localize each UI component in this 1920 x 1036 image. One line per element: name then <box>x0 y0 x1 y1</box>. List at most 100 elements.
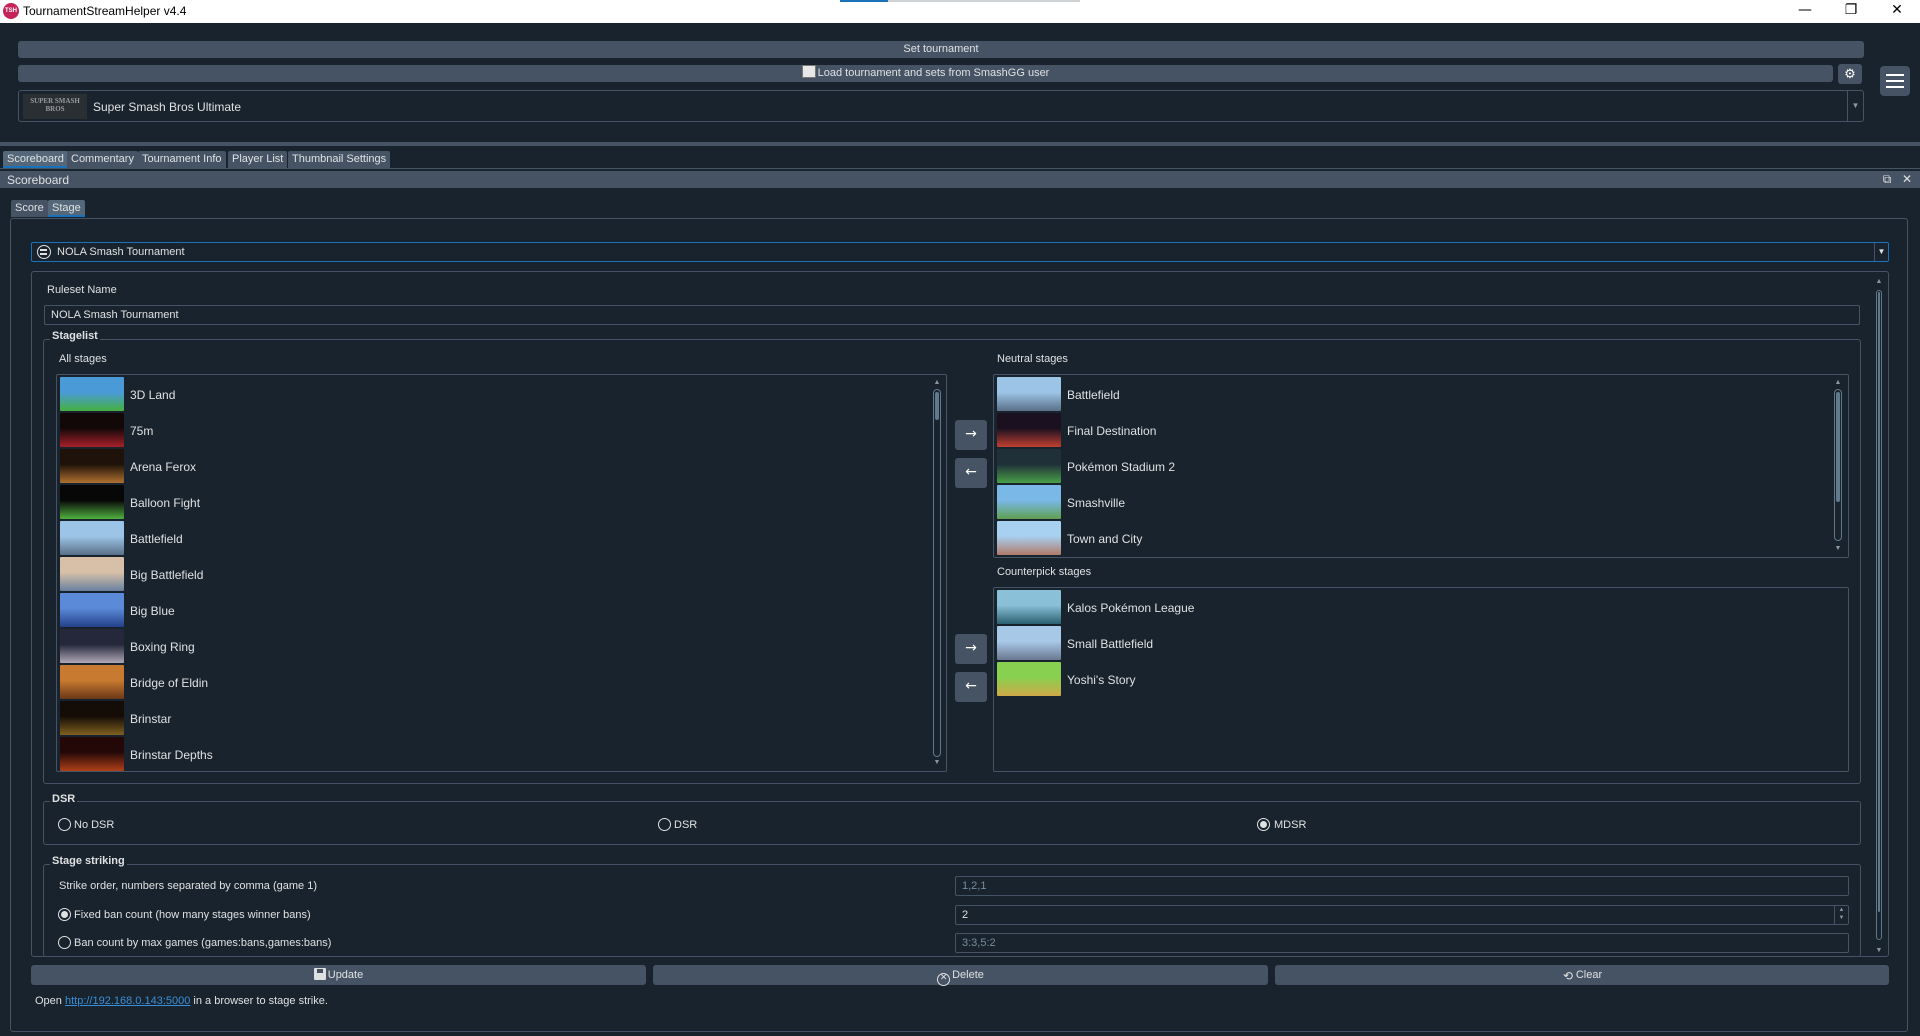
close-window-button[interactable]: ✕ <box>1874 0 1920 23</box>
stage-list-item[interactable]: Town and City <box>997 521 1848 557</box>
title-progress-accent <box>840 0 1080 2</box>
dock-float-button[interactable]: ⧉ <box>1880 172 1894 186</box>
radio-ban-count-max-games[interactable] <box>58 936 71 949</box>
mdsr-label: MDSR <box>1274 819 1307 831</box>
load-smashgg-label: Load tournament and sets from SmashGG us… <box>817 67 1050 79</box>
stage-name: Big Blue <box>130 604 175 618</box>
dock-close-button[interactable]: ✕ <box>1900 172 1914 186</box>
delete-button[interactable]: ✕ Delete <box>653 965 1268 986</box>
smashgg-icon <box>801 65 816 78</box>
stage-list-item[interactable]: Balloon Fight <box>60 485 940 521</box>
add-neutral-button[interactable]: → <box>955 420 987 450</box>
stage-name: 3D Land <box>130 388 176 402</box>
arrow-left-icon: ← <box>965 464 977 480</box>
stage-thumbnail <box>60 485 124 519</box>
stage-list-item[interactable]: Big Battlefield <box>60 557 940 593</box>
stage-striking-title: Stage striking <box>50 855 127 867</box>
tab-player-list[interactable]: Player List <box>228 151 288 168</box>
counterpick-stages-label: Counterpick stages <box>997 566 1092 578</box>
tab-thumbnail-settings[interactable]: Thumbnail Settings <box>288 151 391 168</box>
settings-gear-button[interactable]: ⚙ <box>1838 64 1862 84</box>
scroll-track[interactable] <box>1834 389 1842 541</box>
stage-list-item[interactable]: Pokémon Stadium 2 <box>997 449 1848 485</box>
max-games-input[interactable]: 3:3,5:2 <box>955 933 1849 953</box>
scroll-up-arrow[interactable]: ▲ <box>1832 379 1844 386</box>
stage-thumbnail <box>60 449 124 483</box>
stage-list-item[interactable]: Final Destination <box>997 413 1848 449</box>
stage-thumbnail <box>997 413 1061 447</box>
editor-scrollbar[interactable]: ▲ ▼ <box>1874 278 1884 954</box>
stage-strike-url-link[interactable]: http://192.168.0.143:5000 <box>65 995 190 1007</box>
tab-stage[interactable]: Stage <box>48 200 85 217</box>
dsr-label: DSR <box>674 819 698 831</box>
add-counterpick-button[interactable]: → <box>955 634 987 664</box>
ruleset-selected: NOLA Smash Tournament <box>57 246 185 258</box>
arrow-left-icon: ← <box>965 678 977 694</box>
radio-mdsr[interactable] <box>1257 818 1270 831</box>
stage-list-item[interactable]: 75m <box>60 413 940 449</box>
remove-counterpick-button[interactable]: ← <box>955 672 987 702</box>
radio-dsr[interactable] <box>658 818 671 831</box>
hint-suffix: in a browser to stage strike. <box>190 995 328 1007</box>
all-stages-list[interactable]: 3D Land 75m Arena Ferox Balloon Fight Battle… <box>56 374 947 772</box>
scroll-down-arrow[interactable]: ▼ <box>1832 545 1844 552</box>
tab-tournament-info[interactable]: Tournament Info <box>138 151 226 168</box>
tab-commentary[interactable]: Commentary <box>67 151 138 168</box>
radio-fixed-ban-count[interactable] <box>58 908 71 921</box>
ruleset-select-combobox[interactable]: NOLA Smash Tournament ▼ <box>31 242 1889 262</box>
chevron-down-icon[interactable]: ▼ <box>1874 243 1888 261</box>
tab-scoreboard[interactable]: Scoreboard <box>3 151 68 168</box>
stage-thumbnail <box>997 449 1061 483</box>
minimize-button[interactable]: — <box>1782 0 1828 23</box>
stage-list-item[interactable]: Bridge of Eldin <box>60 665 940 701</box>
restore-button[interactable]: ❐ <box>1828 0 1874 23</box>
stage-name: Brinstar <box>130 712 172 726</box>
scroll-up-arrow[interactable]: ▲ <box>1874 278 1884 285</box>
hamburger-menu-button[interactable] <box>1880 66 1910 96</box>
stage-list-item[interactable]: Big Blue <box>60 593 940 629</box>
counterpick-stages-list[interactable]: Kalos Pokémon League Small Battlefield Yos… <box>993 587 1849 772</box>
stage-list-item[interactable]: Brinstar <box>60 701 940 737</box>
stage-list-item[interactable]: Battlefield <box>997 377 1848 413</box>
stage-list-item[interactable]: Kalos Pokémon League <box>997 590 1848 626</box>
radio-no-dsr[interactable] <box>58 818 71 831</box>
neutral-stages-scrollbar[interactable]: ▲ ▼ <box>1832 379 1844 555</box>
all-stages-scrollbar[interactable]: ▲ ▼ <box>931 379 943 769</box>
delete-icon: ✕ <box>937 973 951 986</box>
chevron-down-icon[interactable]: ▼ <box>1847 91 1863 121</box>
stage-list-item[interactable]: 3D Land <box>60 377 940 413</box>
set-tournament-button[interactable]: Set tournament <box>18 41 1864 58</box>
stage-list-item[interactable]: Small Battlefield <box>997 626 1848 662</box>
stage-thumbnail <box>60 737 124 771</box>
scroll-up-arrow[interactable]: ▲ <box>931 379 943 386</box>
stage-list-item[interactable]: Arena Ferox <box>60 449 940 485</box>
stage-list-item[interactable]: Smashville <box>997 485 1848 521</box>
stage-list-item[interactable]: Battlefield <box>60 521 940 557</box>
game-select-combobox[interactable]: SUPER SMASH BROS Super Smash Bros Ultima… <box>18 90 1864 122</box>
ruleset-name-input[interactable]: NOLA Smash Tournament <box>44 305 1860 325</box>
strike-order-input[interactable]: 1,2,1 <box>955 876 1849 896</box>
stage-thumbnail <box>997 590 1061 624</box>
clear-button[interactable]: ⟲ Clear <box>1275 965 1889 985</box>
stage-list-item[interactable]: Yoshi's Story <box>997 662 1848 698</box>
stage-list-item[interactable]: Boxing Ring <box>60 629 940 665</box>
scroll-thumb[interactable] <box>935 392 939 420</box>
update-button[interactable]: Update <box>31 965 646 985</box>
scroll-thumb[interactable] <box>1836 392 1840 502</box>
scroll-down-arrow[interactable]: ▼ <box>931 759 943 766</box>
stage-name: Town and City <box>1067 532 1143 546</box>
tab-score[interactable]: Score <box>11 200 48 217</box>
stage-thumbnail <box>60 377 124 411</box>
scroll-thumb[interactable] <box>1878 292 1880 912</box>
stage-list-item[interactable]: Brinstar Depths <box>60 737 940 771</box>
remove-neutral-button[interactable]: ← <box>955 458 987 488</box>
list-icon <box>37 245 51 259</box>
load-smashgg-button[interactable]: Load tournament and sets from SmashGG us… <box>18 65 1833 82</box>
scroll-track[interactable] <box>1876 290 1882 940</box>
scroll-track[interactable] <box>933 389 941 757</box>
neutral-stages-list[interactable]: Battlefield Final Destination Pokémon Stad… <box>993 374 1849 558</box>
scroll-down-arrow[interactable]: ▼ <box>1874 947 1884 954</box>
fixed-ban-count-spinbox[interactable]: 2 ▲ ▼ <box>955 905 1849 925</box>
spin-arrows[interactable]: ▲ ▼ <box>1834 906 1848 924</box>
stage-thumbnail <box>997 377 1061 411</box>
